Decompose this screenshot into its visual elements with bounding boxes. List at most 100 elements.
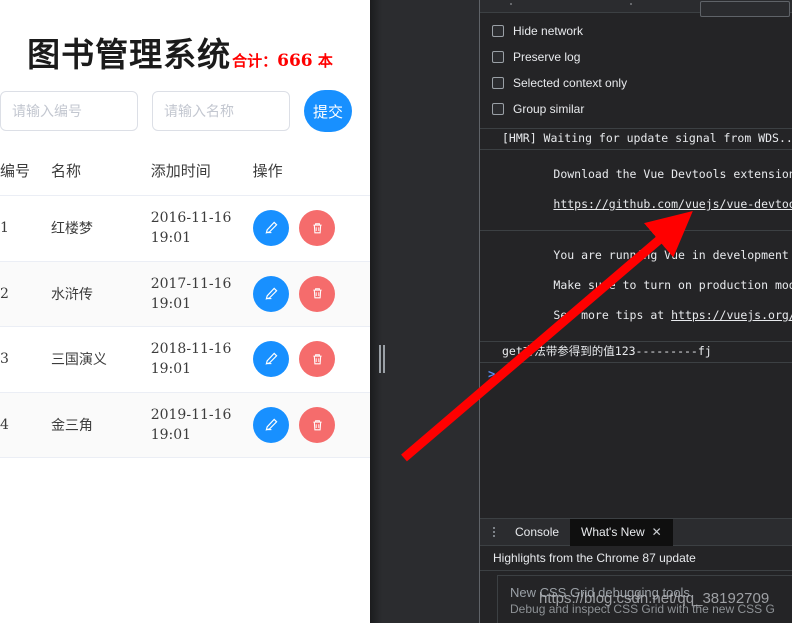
drawer-tab-bar: Console What's New ✕	[480, 518, 792, 546]
splitter-shadow	[370, 0, 382, 623]
filter-label: Hide network	[513, 24, 584, 38]
cell-time: 19:01	[150, 361, 192, 378]
delete-row-button[interactable]	[299, 341, 336, 378]
close-icon[interactable]: ✕	[652, 525, 662, 539]
app-header: 图书管理系统合计：666 本	[0, 0, 370, 76]
console-filter-options: Hide network Preserve log Selected conte…	[480, 13, 792, 128]
table-header-row: 编号 名称 添加时间 操作	[0, 154, 370, 196]
trash-icon	[310, 418, 325, 433]
console-filter-input[interactable]	[700, 1, 790, 17]
search-form: 提交	[0, 76, 370, 132]
filter-group-similar[interactable]: Group similar	[486, 96, 792, 122]
delete-row-button[interactable]	[299, 210, 336, 247]
checkbox-icon[interactable]	[492, 77, 504, 89]
filter-label: Selected context only	[513, 76, 628, 90]
filter-hide-network[interactable]: Hide network	[486, 18, 792, 44]
edit-row-button[interactable]	[252, 210, 289, 247]
pencil-icon	[263, 220, 279, 236]
console-toolbar	[480, 0, 792, 17]
cell-id: 2	[0, 261, 41, 328]
cell-time: 19:01	[150, 427, 192, 444]
filter-label: Preserve log	[513, 50, 581, 64]
pencil-icon	[263, 417, 279, 433]
table-row: 3 三国演义 2018-11-16 19:01	[0, 326, 370, 393]
message-text: Make sure to turn on production mode whe…	[553, 278, 792, 292]
splitter-drag-handle[interactable]	[378, 345, 387, 373]
message-text: Download the Vue Devtools extension for …	[553, 167, 792, 181]
pencil-icon	[263, 351, 279, 367]
column-header-name: 名称	[40, 154, 141, 196]
cell-id: 3	[0, 326, 41, 393]
book-table: 编号 名称 添加时间 操作 1 红楼梦 2016-11-16 19:01 2 水…	[0, 154, 370, 459]
cell-actions	[242, 326, 370, 393]
total-suffix: 本	[312, 52, 333, 70]
trash-icon	[310, 352, 325, 367]
toolbar-dot-icon	[630, 3, 632, 5]
checkbox-icon[interactable]	[492, 25, 504, 37]
console-message-hmr[interactable]: [HMR] Waiting for update signal from WDS…	[480, 128, 792, 149]
checkbox-icon[interactable]	[492, 51, 504, 63]
cell-name: 水浒传	[40, 261, 141, 328]
more-options-icon[interactable]	[484, 519, 504, 546]
whats-new-subheading: Highlights from the Chrome 87 update	[480, 546, 792, 571]
edit-row-button[interactable]	[252, 341, 289, 378]
cell-date: 2019-11-16	[150, 406, 232, 423]
table-row: 1 红楼梦 2016-11-16 19:01	[0, 195, 370, 262]
message-text: See more tips at	[553, 308, 672, 322]
book-management-app: 图书管理系统合计：666 本 提交 编号 名称 添加时间 操作	[0, 0, 370, 459]
tab-console[interactable]: Console	[504, 519, 570, 546]
delete-row-button[interactable]	[299, 275, 336, 312]
book-id-input[interactable]	[0, 91, 138, 131]
prompt-chevron-icon: >	[488, 366, 496, 381]
message-text: [HMR] Waiting for update signal from WDS…	[502, 131, 792, 145]
toolbar-dot-icon	[510, 3, 512, 5]
message-text: get方法带参得到的值123---------fj	[502, 344, 712, 358]
panel-splitter[interactable]	[370, 0, 480, 623]
cell-datetime: 2018-11-16 19:01	[140, 326, 243, 393]
whats-new-card[interactable]: New CSS Grid debugging tools Debug and i…	[497, 575, 792, 623]
filter-preserve-log[interactable]: Preserve log	[486, 44, 792, 70]
cell-date: 2018-11-16	[150, 341, 232, 358]
cell-actions	[242, 392, 370, 459]
screenshot-root: 图书管理系统合计：666 本 提交 编号 名称 添加时间 操作	[0, 0, 792, 623]
trash-icon	[310, 221, 325, 236]
book-name-input[interactable]	[152, 91, 290, 131]
card-description: Debug and inspect CSS Grid with the new …	[510, 602, 775, 616]
page-title: 图书管理系统	[27, 35, 232, 74]
edit-row-button[interactable]	[252, 407, 289, 444]
filter-selected-context-only[interactable]: Selected context only	[486, 70, 792, 96]
table-body: 1 红楼梦 2016-11-16 19:01 2 水浒传 2017-11-16 …	[0, 195, 370, 459]
pencil-icon	[263, 286, 279, 302]
cell-time: 19:01	[150, 295, 192, 312]
column-header-time: 添加时间	[140, 154, 243, 196]
console-input-prompt[interactable]: >	[480, 362, 792, 384]
table-row: 4 金三角 2019-11-16 19:01	[0, 392, 370, 459]
column-header-actions: 操作	[242, 154, 370, 196]
cell-date: 2017-11-16	[150, 275, 232, 292]
cell-date: 2016-11-16	[150, 210, 232, 226]
delete-row-button[interactable]	[299, 407, 336, 444]
total-prefix: 合计：	[232, 52, 278, 70]
message-text: You are running Vue in development mode.	[553, 248, 789, 262]
vue-devtools-link[interactable]: https://github.com/vuejs/vue-devtools	[553, 197, 792, 211]
table-head: 编号 名称 添加时间 操作	[0, 154, 370, 196]
edit-row-button[interactable]	[252, 275, 289, 312]
tab-label: What's New	[581, 525, 645, 539]
tab-whats-new[interactable]: What's New ✕	[570, 518, 673, 546]
cell-name: 金三角	[40, 392, 141, 459]
cell-datetime: 2017-11-16 19:01	[140, 261, 243, 328]
console-message-dev-mode[interactable]: You are running Vue in development mode.…	[480, 230, 792, 341]
total-number: 666	[277, 51, 313, 71]
cell-datetime: 2019-11-16 19:01	[140, 392, 243, 459]
page-viewport: 图书管理系统合计：666 本 提交 编号 名称 添加时间 操作	[0, 0, 370, 623]
console-message-get-result[interactable]: get方法带参得到的值123---------fj	[480, 341, 792, 362]
devtools-drawer: Console What's New ✕ Highlights from the…	[480, 518, 792, 623]
column-header-id: 编号	[0, 154, 41, 196]
devtools-panel: Hide network Preserve log Selected conte…	[480, 0, 792, 623]
console-message-vue-devtools[interactable]: Download the Vue Devtools extension for …	[480, 149, 792, 230]
vue-guide-link[interactable]: https://vuejs.org/guide/dep	[671, 308, 792, 322]
table-row: 2 水浒传 2017-11-16 19:01	[0, 261, 370, 328]
checkbox-icon[interactable]	[492, 103, 504, 115]
cell-id: 4	[0, 392, 41, 459]
submit-button[interactable]: 提交	[304, 90, 352, 132]
